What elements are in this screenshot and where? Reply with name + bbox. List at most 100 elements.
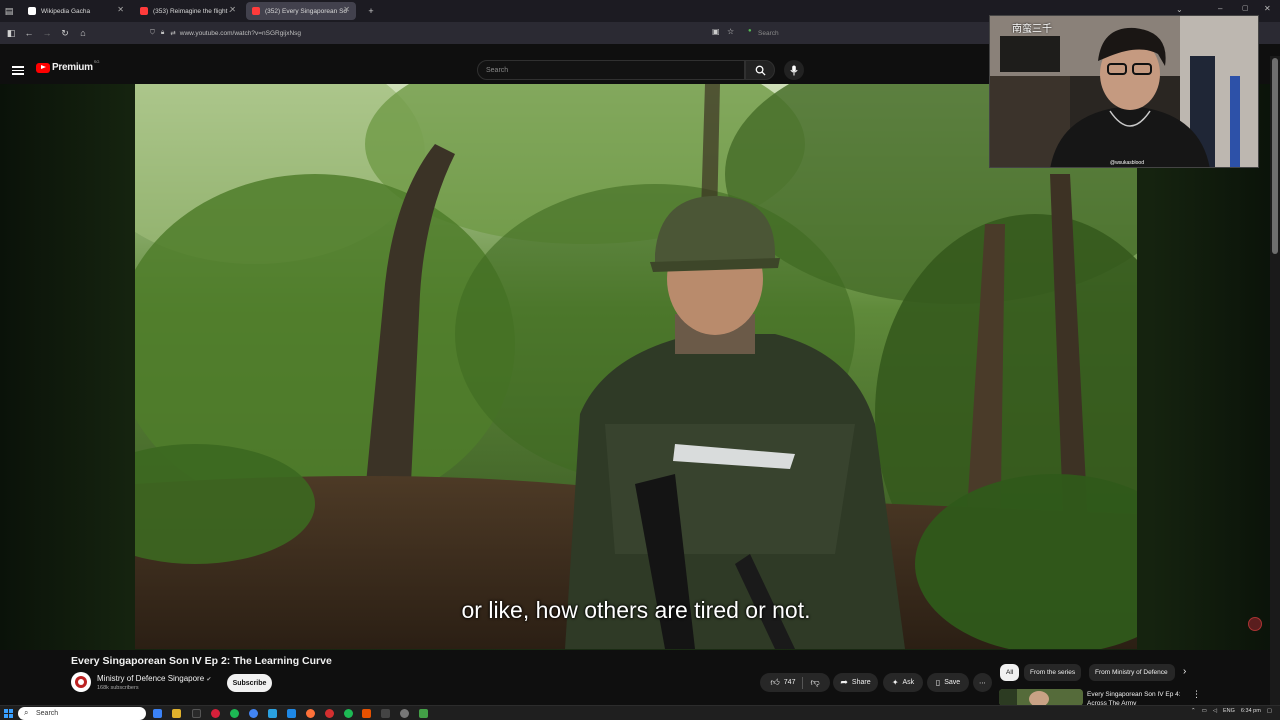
notifications-icon[interactable]: ▢ — [1267, 708, 1272, 714]
lock-icon: 🔒︎ — [160, 29, 165, 36]
more-actions-button[interactable]: ⋯ — [973, 673, 992, 692]
close-icon[interactable]: ✕ — [229, 5, 236, 14]
logo-country: SG — [93, 59, 100, 64]
reader-view-icon[interactable]: ▣ — [712, 27, 720, 36]
edge-icon[interactable] — [153, 709, 162, 718]
app-green-icon[interactable] — [344, 709, 353, 718]
firefox-icon[interactable] — [306, 709, 315, 718]
webcam-image — [990, 16, 1258, 167]
mindef-crest-icon — [72, 673, 90, 691]
sidebar-icon[interactable]: ◧ — [2, 24, 20, 42]
spotify-icon[interactable] — [230, 709, 239, 718]
address-bar[interactable]: ⛉ 🔒︎ ⇄ www.youtube.com/watch?v=nSGRgijxN… — [150, 25, 750, 41]
chip-from-series[interactable]: From the series — [1024, 664, 1082, 681]
divider — [802, 676, 804, 689]
recommended-thumbnail[interactable] — [999, 689, 1083, 706]
chevron-up-icon[interactable]: ⌃ — [1191, 708, 1196, 714]
more-horizontal-icon: ⋯ — [979, 679, 986, 687]
volume-icon[interactable]: ◁ — [1213, 708, 1217, 714]
logo-text: Premium — [52, 62, 93, 73]
clock[interactable]: 6:34 pm — [1241, 708, 1261, 714]
channel-name-text[interactable]: Ministry of Defence Singapore — [97, 674, 204, 683]
more-vertical-icon[interactable]: ⋮ — [1192, 689, 1201, 700]
video-player[interactable]: or like, how others are tired or not. — [135, 84, 1137, 649]
forward-icon[interactable]: → — [38, 24, 56, 42]
channel-watermark-icon[interactable] — [1248, 617, 1262, 631]
youtube-icon — [140, 7, 148, 15]
taskbar-search-input[interactable]: ⌕ Search — [18, 707, 146, 720]
telegram-icon[interactable] — [268, 709, 277, 718]
chrome-icon[interactable] — [249, 709, 258, 718]
terminal-icon[interactable] — [192, 709, 201, 718]
obs-icon[interactable] — [400, 709, 409, 718]
url-text[interactable]: www.youtube.com/watch?v=nSGRgijxNsg — [180, 30, 301, 37]
app-red-icon[interactable] — [211, 709, 220, 718]
app-record-icon[interactable] — [325, 709, 334, 718]
save-label: Save — [944, 679, 961, 686]
tab-label: (352) Every Singaporean So — [265, 7, 348, 15]
ask-label: Ask — [902, 679, 915, 686]
webcam-handle: @wsukasblood — [1110, 160, 1144, 166]
chip-all[interactable]: All — [1000, 664, 1020, 681]
verified-icon: ✔ — [206, 677, 212, 683]
tab-reimagine[interactable]: (353) Reimagine the flight - ✕ — [134, 2, 242, 20]
chevron-right-icon[interactable]: › — [1183, 666, 1186, 677]
thumbnail-image — [999, 689, 1083, 706]
reload-icon[interactable]: ↻ — [56, 24, 74, 42]
home-icon[interactable]: ⌂ — [74, 24, 92, 42]
youtube-logo[interactable]: Premium SG — [36, 59, 100, 73]
permissions-icon[interactable]: ⇄ — [170, 29, 175, 37]
browser-search-field[interactable]: ● Search — [746, 25, 986, 41]
like-button[interactable]: 👍︎ 747 — [770, 677, 795, 688]
app-blue-icon[interactable] — [287, 709, 296, 718]
tab-label: (353) Reimagine the flight - — [153, 7, 232, 15]
thumbs-up-icon: 👍︎ — [770, 677, 780, 687]
menu-icon[interactable] — [12, 64, 24, 76]
close-icon[interactable]: ✕ — [117, 5, 124, 14]
back-icon[interactable]: ← — [20, 24, 38, 42]
share-button[interactable]: ➦ Share — [833, 673, 878, 692]
tab-list-icon[interactable]: ⌄ — [1176, 5, 1183, 14]
language-indicator[interactable]: ENG — [1223, 708, 1235, 714]
youtube-search-input[interactable]: Search — [477, 60, 745, 80]
search-icon: ⌕ — [24, 708, 29, 717]
tab-every-singaporean-son[interactable]: (352) Every Singaporean So ✕ — [246, 2, 356, 20]
new-tab-button[interactable]: + — [362, 2, 380, 20]
file-explorer-icon[interactable] — [172, 709, 181, 718]
save-button[interactable]: ▯ Save — [927, 673, 969, 692]
ask-button[interactable]: ✦ Ask — [883, 673, 923, 692]
page-scrollbar[interactable] — [1270, 56, 1280, 706]
browser-search-placeholder: Search — [758, 29, 779, 37]
scrollbar-thumb[interactable] — [1272, 58, 1278, 254]
app-green-square-icon[interactable] — [419, 709, 428, 718]
close-window-icon[interactable]: ✕ — [1264, 4, 1271, 13]
app-orange-icon[interactable] — [362, 709, 371, 718]
recommended-title[interactable]: Every Singaporean Son IV Ep 4: Across Th… — [1087, 690, 1187, 706]
minimize-icon[interactable]: – — [1218, 4, 1222, 13]
channel-subscribers: 168k subscribers — [97, 685, 139, 691]
system-tray: ⌃ ▭ ◁ ENG 6:34 pm ▢ — [1191, 708, 1272, 714]
network-icon[interactable]: ▭ — [1202, 708, 1207, 714]
search-button[interactable] — [745, 60, 775, 80]
share-icon: ➦ — [840, 677, 848, 687]
close-icon[interactable]: ✕ — [343, 5, 350, 14]
subscribe-button[interactable]: Subscribe — [227, 674, 272, 692]
search-icon — [755, 65, 766, 76]
tab-label: Wikipedia Gacha — [41, 7, 91, 15]
tab-wikipedia[interactable]: Wikipedia Gacha ✕ — [22, 2, 130, 20]
like-dislike-group: 👍︎ 747 👎︎ — [760, 673, 830, 692]
chip-from-channel[interactable]: From Ministry of Defence — [1089, 664, 1175, 681]
windows-start-icon[interactable] — [4, 709, 13, 718]
dislike-button[interactable]: 👎︎ — [810, 677, 819, 688]
app-gray-icon[interactable] — [381, 709, 390, 718]
channel-avatar[interactable] — [71, 672, 91, 692]
channel-name[interactable]: Ministry of Defence Singapore ✔ — [97, 674, 211, 683]
sidebar-toggle-icon[interactable]: ▤ — [0, 2, 18, 20]
maximize-icon[interactable]: ▢ — [1242, 4, 1249, 12]
taskbar-search-placeholder: Search — [36, 710, 59, 717]
search-engine-icon: ● — [748, 28, 752, 34]
bookmark-star-icon[interactable]: ☆ — [727, 27, 734, 36]
shield-icon[interactable]: ⛉ — [150, 29, 155, 37]
share-label: Share — [851, 679, 871, 686]
voice-search-button[interactable] — [784, 60, 804, 80]
